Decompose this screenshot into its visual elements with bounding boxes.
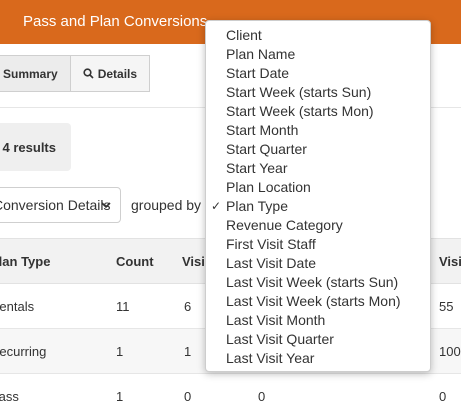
table-row: Pass 1 0 0 0 — [0, 374, 461, 404]
search-icon — [83, 68, 94, 79]
cell-plan-type: Pass — [0, 389, 19, 404]
grouped-by-label: grouped by — [131, 197, 202, 213]
column-header-visits-pct[interactable]: Visi — [439, 254, 461, 269]
view-select[interactable]: Conversion Details — [0, 187, 121, 223]
tab-summary[interactable]: Summary — [0, 55, 71, 92]
cell-plan-type: Rentals — [0, 299, 35, 314]
menu-item-last-visit-quarter[interactable]: Last Visit Quarter — [206, 330, 430, 349]
results-count: 4 results — [0, 123, 71, 171]
menu-item-plan-location[interactable]: Plan Location — [206, 178, 430, 197]
menu-item-client[interactable]: Client — [206, 26, 430, 45]
menu-item-label: Start Month — [226, 122, 299, 138]
view-select-value: Conversion Details — [0, 197, 111, 213]
menu-item-plan-type[interactable]: ✓ Plan Type — [206, 197, 430, 216]
menu-item-revenue-category[interactable]: Revenue Category — [206, 216, 430, 235]
menu-item-label: Plan Type — [226, 198, 289, 214]
cell-plan-type: Recurring — [0, 344, 47, 359]
menu-item-first-visit-staff[interactable]: First Visit Staff — [206, 235, 430, 254]
tab-summary-label: Summary — [3, 66, 58, 81]
column-header-visits[interactable]: Visi — [182, 254, 205, 269]
menu-item-label: Last Visit Week (starts Mon) — [226, 293, 401, 309]
menu-item-start-week-starts-mon[interactable]: Start Week (starts Mon) — [206, 102, 430, 121]
menu-item-label: Last Visit Week (starts Sun) — [226, 274, 399, 290]
menu-item-label: Client — [226, 27, 262, 43]
menu-item-label: Last Visit Month — [226, 312, 326, 328]
menu-item-label: Revenue Category — [226, 217, 343, 233]
menu-item-label: Last Visit Year — [226, 350, 315, 366]
menu-item-last-visit-month[interactable]: Last Visit Month — [206, 311, 430, 330]
menu-item-label: Plan Location — [226, 179, 311, 195]
cell-count: 1 — [116, 344, 124, 359]
page-title: Pass and Plan Conversions — [23, 13, 208, 30]
cell-count: 11 — [116, 299, 130, 314]
menu-item-start-week-starts-sun[interactable]: Start Week (starts Sun) — [206, 83, 430, 102]
menu-item-label: Last Visit Date — [226, 255, 317, 271]
column-header-plan-type[interactable]: Plan Type — [0, 254, 50, 269]
cell-visits: 6 — [184, 299, 192, 314]
menu-item-label: First Visit Staff — [226, 236, 316, 252]
menu-item-start-quarter[interactable]: Start Quarter — [206, 140, 430, 159]
menu-item-label: Start Week (starts Sun) — [226, 84, 372, 100]
menu-item-label: Last Visit Quarter — [226, 331, 334, 347]
menu-item-label: Start Year — [226, 160, 288, 176]
menu-item-last-visit-date[interactable]: Last Visit Date — [206, 254, 430, 273]
menu-item-label: Start Date — [226, 65, 290, 81]
menu-item-last-visit-week-starts-mon[interactable]: Last Visit Week (starts Mon) — [206, 292, 430, 311]
menu-item-last-visit-week-starts-sun[interactable]: Last Visit Week (starts Sun) — [206, 273, 430, 292]
menu-item-start-date[interactable]: Start Date — [206, 64, 430, 83]
menu-item-start-month[interactable]: Start Month — [206, 121, 430, 140]
menu-item-last-visit-year[interactable]: Last Visit Year — [206, 349, 430, 368]
menu-item-label: Start Quarter — [226, 141, 307, 157]
menu-item-start-year[interactable]: Start Year — [206, 159, 430, 178]
column-header-count[interactable]: Count — [116, 254, 154, 269]
cell-percent: 0 — [439, 389, 447, 404]
cell-visits: 0 — [184, 389, 192, 404]
menu-item-plan-name[interactable]: Plan Name — [206, 45, 430, 64]
menu-item-label: Start Week (starts Mon) — [226, 103, 374, 119]
tab-details-label: Details — [97, 66, 138, 81]
cell-value: 0 — [258, 389, 266, 404]
group-by-dropdown-menu: Client Plan Name Start Date Start Week (sta… — [205, 20, 431, 372]
cell-visits: 1 — [184, 344, 192, 359]
cell-percent: 100 — [439, 344, 461, 359]
cell-count: 1 — [116, 389, 124, 404]
cell-percent: 55 — [439, 299, 454, 314]
chevron-down-icon — [100, 198, 112, 214]
results-label: 4 results — [2, 139, 56, 155]
menu-item-label: Plan Name — [226, 46, 296, 62]
tab-details[interactable]: Details — [70, 55, 151, 92]
view-tabs: Summary Details — [0, 55, 151, 92]
checkmark-icon: ✓ — [211, 199, 222, 213]
